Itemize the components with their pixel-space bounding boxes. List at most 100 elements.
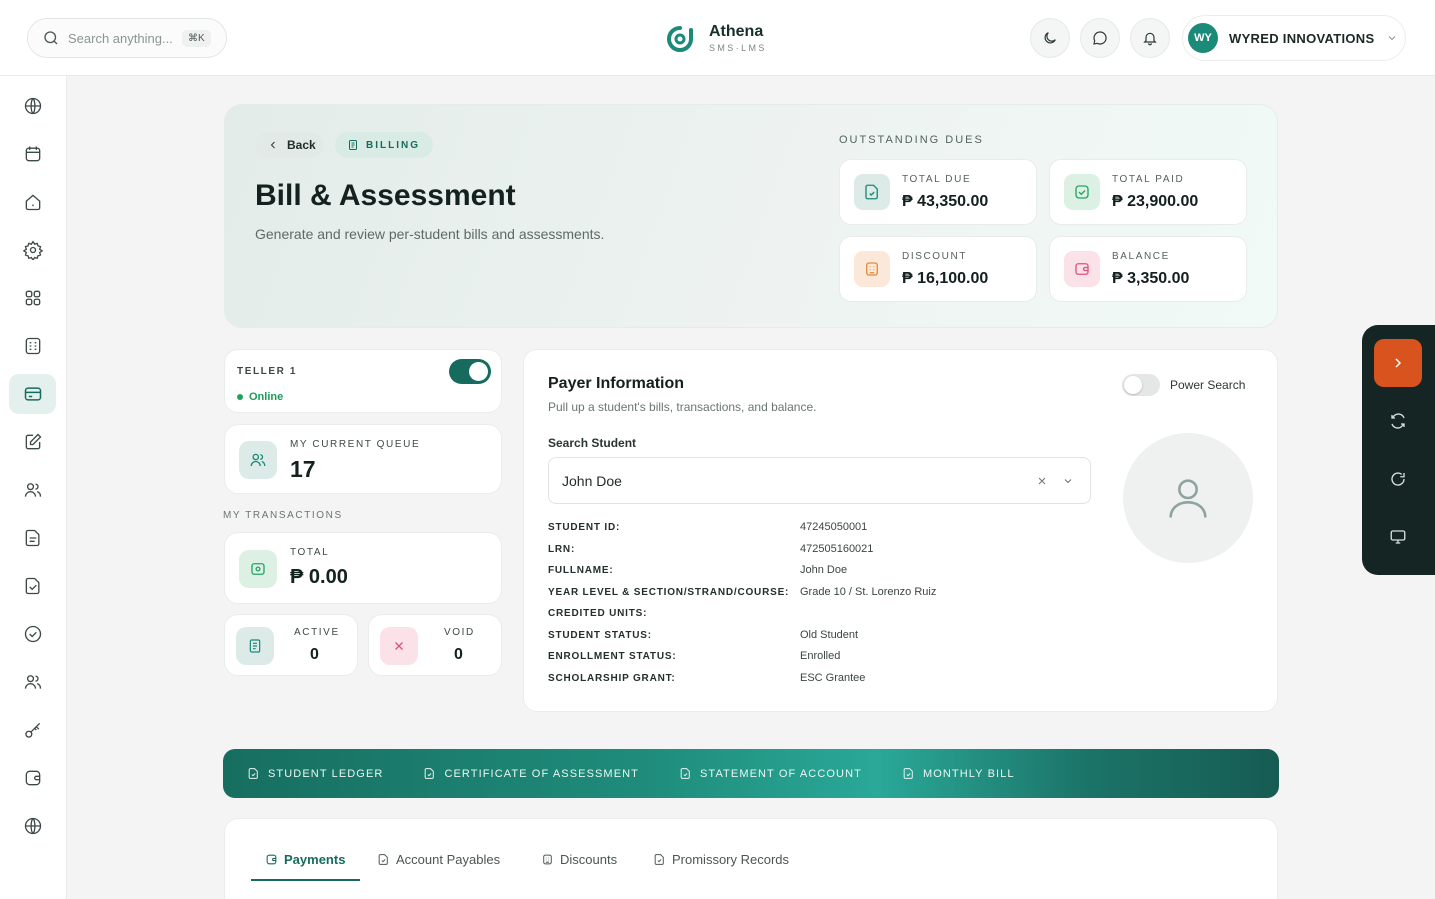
sidebar-item-calculator[interactable] — [9, 326, 56, 366]
lrn-label: LRN: — [548, 544, 576, 555]
user-menu[interactable]: WY WYRED INNOVATIONS — [1182, 15, 1406, 61]
outstanding-dues-label: OUTSTANDING DUES — [839, 134, 984, 146]
breadcrumb: BILLING — [335, 132, 433, 158]
calendar-icon — [23, 144, 43, 164]
tab-payments[interactable]: Payments — [265, 852, 345, 867]
document-icon — [653, 853, 672, 866]
total-paid-label: TOTAL PAID — [1112, 174, 1185, 185]
tab-discounts-label: Discounts — [560, 852, 618, 867]
power-search-toggle[interactable] — [1122, 374, 1160, 396]
total-value: ₱ 0.00 — [290, 566, 348, 588]
transactions-section-label: MY TRANSACTIONS — [223, 510, 343, 521]
chevron-left-icon — [267, 139, 279, 151]
power-search: Power Search — [1122, 374, 1245, 396]
receipt-icon — [347, 139, 359, 151]
student-avatar — [1123, 433, 1253, 563]
total-label: TOTAL — [290, 547, 330, 558]
messages-button[interactable] — [1080, 18, 1120, 58]
search-icon — [42, 29, 60, 47]
active-label: ACTIVE — [294, 627, 340, 638]
balance-value: ₱ 3,350.00 — [1112, 270, 1190, 287]
certificate-of-assessment-button[interactable]: CERTIFICATE OF ASSESSMENT — [423, 767, 639, 780]
tab-payments-label: Payments — [284, 852, 346, 867]
tab-account-payables-label: Account Payables — [396, 852, 501, 867]
theme-toggle-button[interactable] — [1030, 18, 1070, 58]
total-transactions-card: TOTAL ₱ 0.00 — [224, 532, 502, 604]
sidebar-item-approvals[interactable] — [9, 566, 56, 606]
back-button[interactable]: Back — [255, 132, 323, 158]
teller-online-toggle[interactable] — [449, 359, 491, 384]
year-level-label: YEAR LEVEL & SECTION/STRAND/COURSE: — [548, 587, 790, 598]
total-due-value: ₱ 43,350.00 — [902, 193, 989, 210]
teller-name: TELLER 1 — [237, 366, 298, 377]
app-name: Athena — [709, 23, 764, 40]
statement-of-account-button[interactable]: STATEMENT OF ACCOUNT — [679, 767, 862, 780]
monthly-bill-button[interactable]: MONTHLY BILL — [902, 767, 1015, 780]
tab-account-payables[interactable]: Account Payables — [377, 852, 500, 867]
reload-button[interactable] — [1374, 455, 1422, 503]
sidebar-item-apps[interactable] — [9, 278, 56, 318]
calculator-icon — [541, 853, 560, 866]
sidebar-item-wallet[interactable] — [9, 758, 56, 798]
page-subtitle: Generate and review per-student bills an… — [255, 226, 605, 242]
sidebar-item-edit[interactable] — [9, 422, 56, 462]
credited-units-label: CREDITED UNITS: — [548, 608, 648, 619]
sync-button[interactable] — [1374, 397, 1422, 445]
chevron-down-icon[interactable] — [1062, 475, 1074, 487]
sidebar-item-groups[interactable] — [9, 662, 56, 702]
sidebar-item-security[interactable] — [9, 614, 56, 654]
edit-icon — [23, 432, 43, 452]
sidebar-item-keys[interactable] — [9, 710, 56, 750]
teller-card: TELLER 1 Online — [224, 349, 502, 413]
document-icon — [23, 528, 43, 548]
void-value: 0 — [454, 646, 463, 663]
sidebar-item-settings[interactable] — [9, 230, 56, 270]
chevron-down-icon — [1386, 32, 1398, 44]
sidebar-item-globe[interactable] — [9, 86, 56, 126]
total-paid-value: ₱ 23,900.00 — [1112, 193, 1199, 210]
tab-discounts[interactable]: Discounts — [541, 852, 617, 867]
sidebar-item-home[interactable] — [9, 182, 56, 222]
student-status-value: Old Student — [800, 629, 859, 641]
bell-icon — [1142, 30, 1158, 46]
tab-promissory-records[interactable]: Promissory Records — [653, 852, 789, 867]
clear-icon[interactable] — [1036, 475, 1048, 487]
sidebar-item-documents[interactable] — [9, 518, 56, 558]
receipt-icon — [236, 627, 274, 665]
search-input[interactable]: Search anything... ⌘K — [27, 18, 227, 58]
sidebar-item-billing[interactable] — [9, 374, 56, 414]
avatar: WY — [1188, 23, 1218, 53]
year-level-value: Grade 10 / St. Lorenzo Ruiz — [800, 586, 937, 598]
queue-card: MY CURRENT QUEUE 17 — [224, 424, 502, 494]
app-logo[interactable]: Athena SMS·LMS — [667, 24, 767, 53]
notifications-button[interactable] — [1130, 18, 1170, 58]
scholarship-grant-label: SCHOLARSHIP GRANT: — [548, 673, 676, 684]
sidebar-item-users[interactable] — [9, 470, 56, 510]
student-search-select[interactable]: John Doe — [548, 457, 1091, 504]
active-card: ACTIVE 0 — [224, 614, 358, 676]
discount-value: ₱ 16,100.00 — [902, 270, 989, 287]
shield-check-icon — [23, 624, 43, 644]
discount-label: DISCOUNT — [902, 251, 968, 262]
apps-grid-icon — [23, 288, 43, 308]
student-ledger-button[interactable]: STUDENT LEDGER — [247, 767, 383, 780]
sidebar-item-calendar[interactable] — [9, 134, 56, 174]
quick-actions-rail — [1362, 325, 1435, 575]
payer-subtitle: Pull up a student's bills, transactions,… — [548, 400, 817, 414]
wallet-icon — [23, 768, 43, 788]
tab-promissory-records-label: Promissory Records — [672, 852, 790, 867]
records-tabs: Payments Account Payables Discounts Prom… — [224, 818, 1278, 899]
sidebar-item-web[interactable] — [9, 806, 56, 846]
moon-icon — [1042, 30, 1058, 46]
fullname-value: John Doe — [800, 564, 848, 576]
display-button[interactable] — [1374, 513, 1422, 561]
balance-label: BALANCE — [1112, 251, 1170, 262]
users-group-icon — [23, 672, 43, 692]
close-icon — [380, 627, 418, 665]
back-label: Back — [287, 138, 316, 152]
expand-rail-button[interactable] — [1374, 339, 1422, 387]
sidebar — [0, 76, 67, 899]
wallet-icon — [1064, 251, 1100, 287]
refresh-icon — [1389, 412, 1407, 430]
document-icon — [377, 853, 396, 866]
